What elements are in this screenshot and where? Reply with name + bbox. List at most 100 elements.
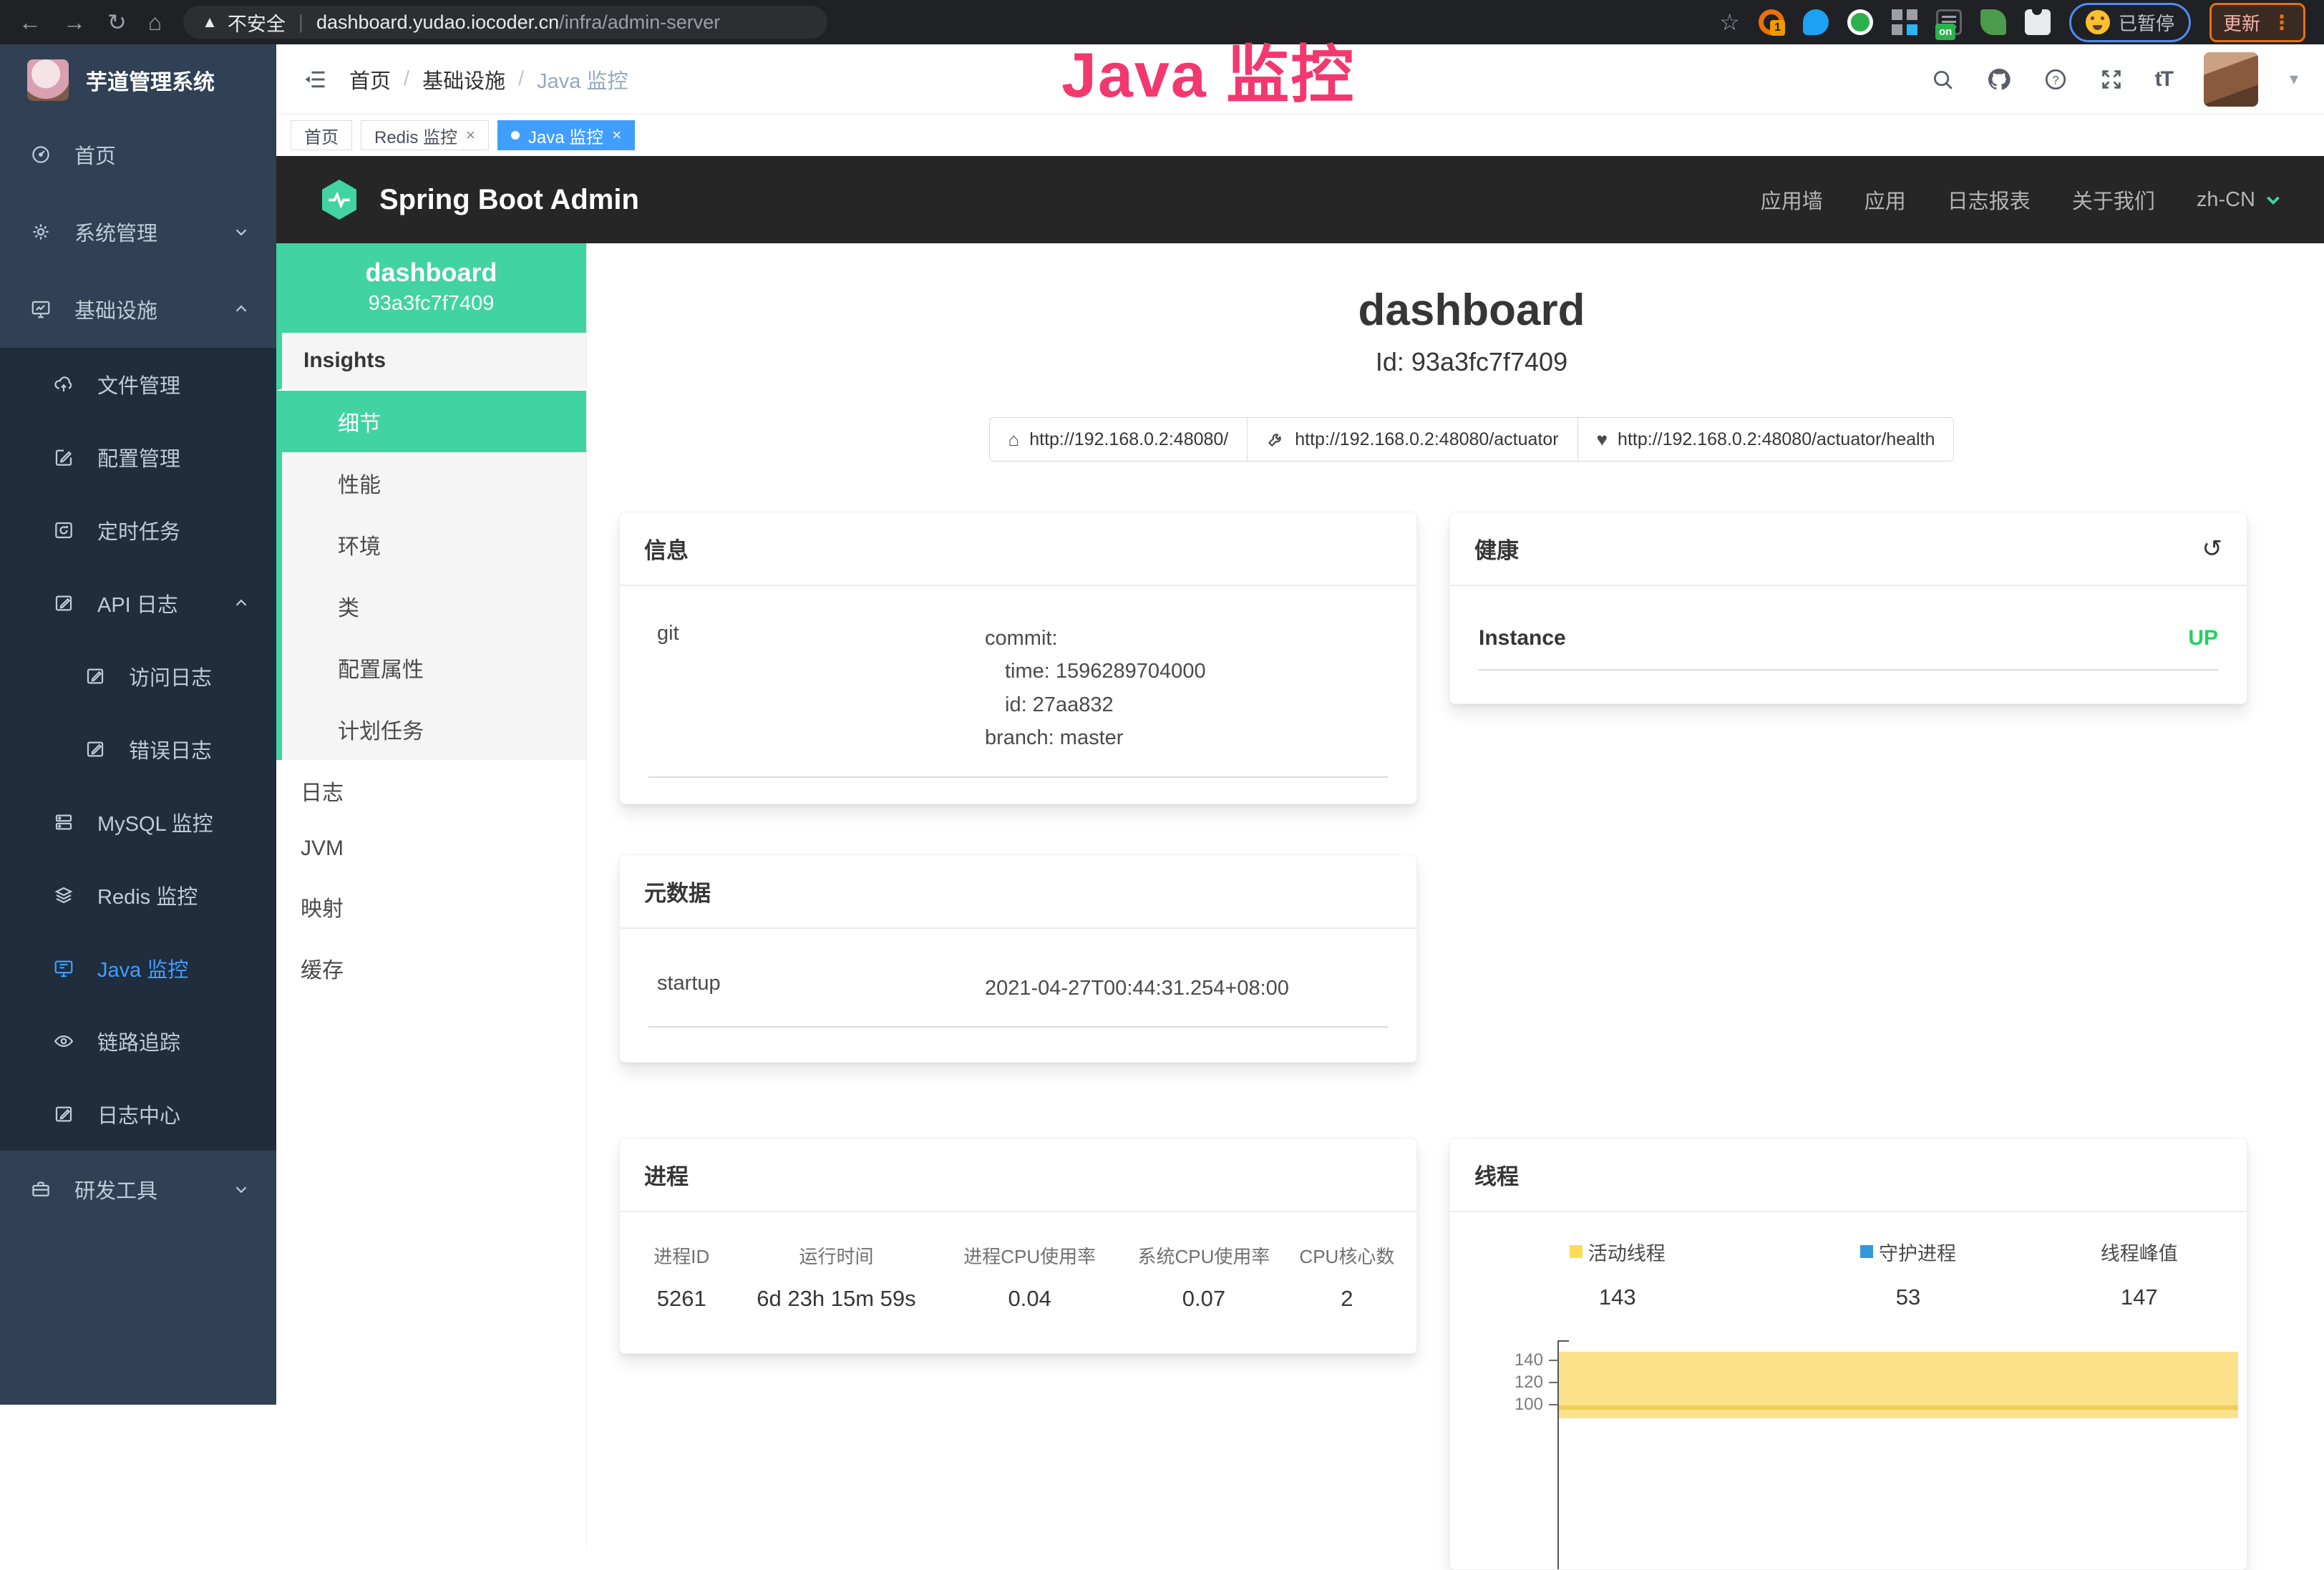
sidebar-item-redis-monitor[interactable]: Redis 监控 — [0, 859, 276, 932]
sidebar-item-log-center[interactable]: 日志中心 — [0, 1078, 276, 1151]
sba-item-config-props[interactable]: 配置属性 — [276, 637, 586, 698]
hamburger-icon[interactable] — [302, 67, 328, 92]
cards-row-1: 信息 git commit: time: 1596289704000 id: 2… — [619, 512, 2324, 804]
monitor-icon — [53, 957, 76, 979]
sba-item-logs[interactable]: 日志 — [276, 760, 586, 821]
cards-row-2: 元数据 startup 2021-04-27T00:44:31.254+08:0… — [619, 854, 2324, 1063]
sba-language-select[interactable]: zh-CN — [2197, 188, 2284, 212]
sidebar-item-api-log[interactable]: API 日志 — [0, 567, 276, 640]
sidebar-item-error-log[interactable]: 错误日志 — [0, 713, 276, 786]
emoji-face-icon — [2086, 10, 2110, 34]
user-avatar[interactable] — [2204, 52, 2258, 107]
sidebar-item-file-management[interactable]: 文件管理 — [0, 348, 276, 421]
url-path: /infra/admin-server — [559, 11, 720, 33]
sba-item-details[interactable]: 细节 — [276, 391, 586, 452]
actuator-url-button[interactable]: http://192.168.0.2:48080/actuator — [1247, 417, 1577, 462]
sba-item-metrics[interactable]: 性能 — [276, 452, 586, 514]
extension-icon-green-circle[interactable] — [1847, 9, 1873, 35]
sba-body: dashboard 93a3fc7f7409 Insights 细节 性能 环境… — [276, 243, 2324, 1548]
extension-icon-orange[interactable]: 1 — [1759, 9, 1784, 35]
address-divider: | — [296, 11, 306, 34]
avatar-caret-icon[interactable]: ▾ — [2290, 69, 2298, 89]
browser-reload-icon[interactable]: ↻ — [107, 11, 127, 34]
service-url-button[interactable]: ⌂ http://192.168.0.2:48080/ — [989, 417, 1248, 462]
health-url: http://192.168.0.2:48080/actuator/health — [1618, 429, 1935, 450]
security-label[interactable]: 不安全 — [228, 9, 286, 36]
health-row-instance[interactable]: Instance UP — [1479, 626, 2218, 671]
y-axis-cap — [1557, 1340, 1569, 1342]
sba-nav-applications[interactable]: 应用 — [1864, 185, 1906, 215]
github-icon[interactable] — [1986, 67, 2012, 92]
health-card-title: 健康 — [1474, 532, 1519, 565]
fullscreen-icon[interactable] — [2099, 67, 2124, 92]
help-icon[interactable]: ? — [2043, 67, 2068, 92]
sba-item-caches[interactable]: 缓存 — [276, 937, 586, 999]
sba-item-environment[interactable]: 环境 — [276, 514, 586, 575]
extension-icon-list[interactable]: on — [1936, 9, 1962, 35]
git-commit-line: commit: — [985, 622, 1206, 655]
font-size-icon[interactable]: tT — [2155, 67, 2172, 92]
sba-item-scheduled-tasks[interactable]: 计划任务 — [276, 698, 586, 760]
app-sidebar: 芋道管理系统 首页 系统管理 基础设施 文件管理 — [0, 44, 276, 1405]
history-icon[interactable]: ↺ — [2202, 535, 2223, 563]
sba-nav-wallboard[interactable]: 应用墙 — [1761, 185, 1823, 215]
tab-redis-monitor[interactable]: Redis 监控 × — [361, 120, 489, 150]
sidebar-item-tracing[interactable]: 链路追踪 — [0, 1005, 276, 1078]
sba-brand[interactable]: Spring Boot Admin — [316, 177, 639, 223]
browser-update-button[interactable]: 更新 ⋮ — [2209, 3, 2305, 42]
process-cpu-value: 0.04 — [940, 1286, 1119, 1312]
extension-icon-grid[interactable] — [1892, 9, 1917, 35]
sidebar-item-home[interactable]: 首页 — [0, 116, 276, 193]
sba-nav-about[interactable]: 关于我们 — [2072, 185, 2155, 215]
active-dot — [511, 131, 520, 140]
sba-item-classes[interactable]: 类 — [276, 575, 586, 637]
browser-forward-icon[interactable]: → — [63, 11, 86, 34]
tab-java-monitor[interactable]: Java 监控 × — [497, 120, 635, 150]
legend-label: 线程峰值 — [2101, 1238, 2178, 1266]
health-label: Instance — [1479, 626, 1566, 650]
sba-language-value: zh-CN — [2197, 188, 2255, 212]
process-headers: 进程ID 运行时间 进程CPU使用率 系统CPU使用率 CPU核心数 — [631, 1242, 1405, 1269]
sidebar-item-system[interactable]: 系统管理 — [0, 193, 276, 270]
sba-sidebar: dashboard 93a3fc7f7409 Insights 细节 性能 环境… — [276, 243, 587, 1548]
browser-home-icon[interactable]: ⌂ — [148, 11, 162, 34]
sidebar-item-scheduled-jobs[interactable]: 定时任务 — [0, 494, 276, 567]
sba-navbar: Spring Boot Admin 应用墙 应用 日志报表 关于我们 zh-CN — [276, 156, 2324, 243]
breadcrumb-home[interactable]: 首页 — [349, 64, 391, 94]
sidebar-item-dev-tools[interactable]: 研发工具 — [0, 1151, 276, 1228]
close-icon[interactable]: × — [612, 126, 621, 145]
sidebar-item-config-management[interactable]: 配置管理 — [0, 421, 276, 494]
y-tick-label: 140 — [1515, 1350, 1543, 1370]
close-icon[interactable]: × — [466, 126, 475, 145]
sba-nav-journal[interactable]: 日志报表 — [1948, 185, 2031, 215]
instance-header[interactable]: dashboard 93a3fc7f7409 — [276, 243, 586, 333]
extensions-puzzle-icon[interactable] — [2025, 9, 2051, 35]
app-logo[interactable]: 芋道管理系统 — [0, 44, 276, 116]
browser-back-icon[interactable]: ← — [19, 11, 42, 34]
bookmark-star-icon[interactable]: ☆ — [1719, 9, 1740, 36]
search-icon[interactable] — [1930, 67, 1955, 92]
breadcrumb-infrastructure[interactable]: 基础设施 — [422, 64, 505, 94]
extension-icon-pin[interactable] — [1803, 9, 1829, 35]
extension-icon-leaf[interactable] — [1980, 9, 2006, 35]
process-card-title: 进程 — [644, 1159, 689, 1191]
address-bar[interactable]: ▲ 不安全 | dashboard.yudao.iocoder.cn/infra… — [183, 6, 827, 39]
cards-row-3: 进程 进程ID 运行时间 进程CPU使用率 系统CPU使用率 CPU核心数 52… — [619, 1138, 2324, 1570]
sba-item-mappings[interactable]: 映射 — [276, 876, 586, 937]
info-label: git — [648, 622, 985, 755]
browser-menu-icon[interactable]: ⋮ — [2272, 11, 2292, 34]
sidebar-item-access-log[interactable]: 访问日志 — [0, 640, 276, 713]
tab-home[interactable]: 首页 — [291, 120, 352, 150]
cloud-upload-icon — [53, 374, 76, 395]
legend-peak-threads: 线程峰值 147 — [2031, 1238, 2247, 1310]
sidebar-item-mysql-monitor[interactable]: MySQL 监控 — [0, 786, 276, 859]
sba-item-jvm[interactable]: JVM — [276, 821, 586, 876]
sba-logo-icon — [316, 177, 362, 223]
sidebar-item-infrastructure[interactable]: 基础设施 — [0, 270, 276, 348]
health-url-button[interactable]: ♥ http://192.168.0.2:48080/actuator/heal… — [1577, 417, 1955, 462]
sidebar-item-label: 配置管理 — [97, 442, 180, 472]
sidebar-item-java-monitor[interactable]: Java 监控 — [0, 932, 276, 1005]
instance-links: ⌂ http://192.168.0.2:48080/ http://192.1… — [619, 417, 2324, 462]
threads-card-title: 线程 — [1474, 1159, 1519, 1191]
paused-profile-button[interactable]: 已暂停 — [2069, 3, 2191, 42]
